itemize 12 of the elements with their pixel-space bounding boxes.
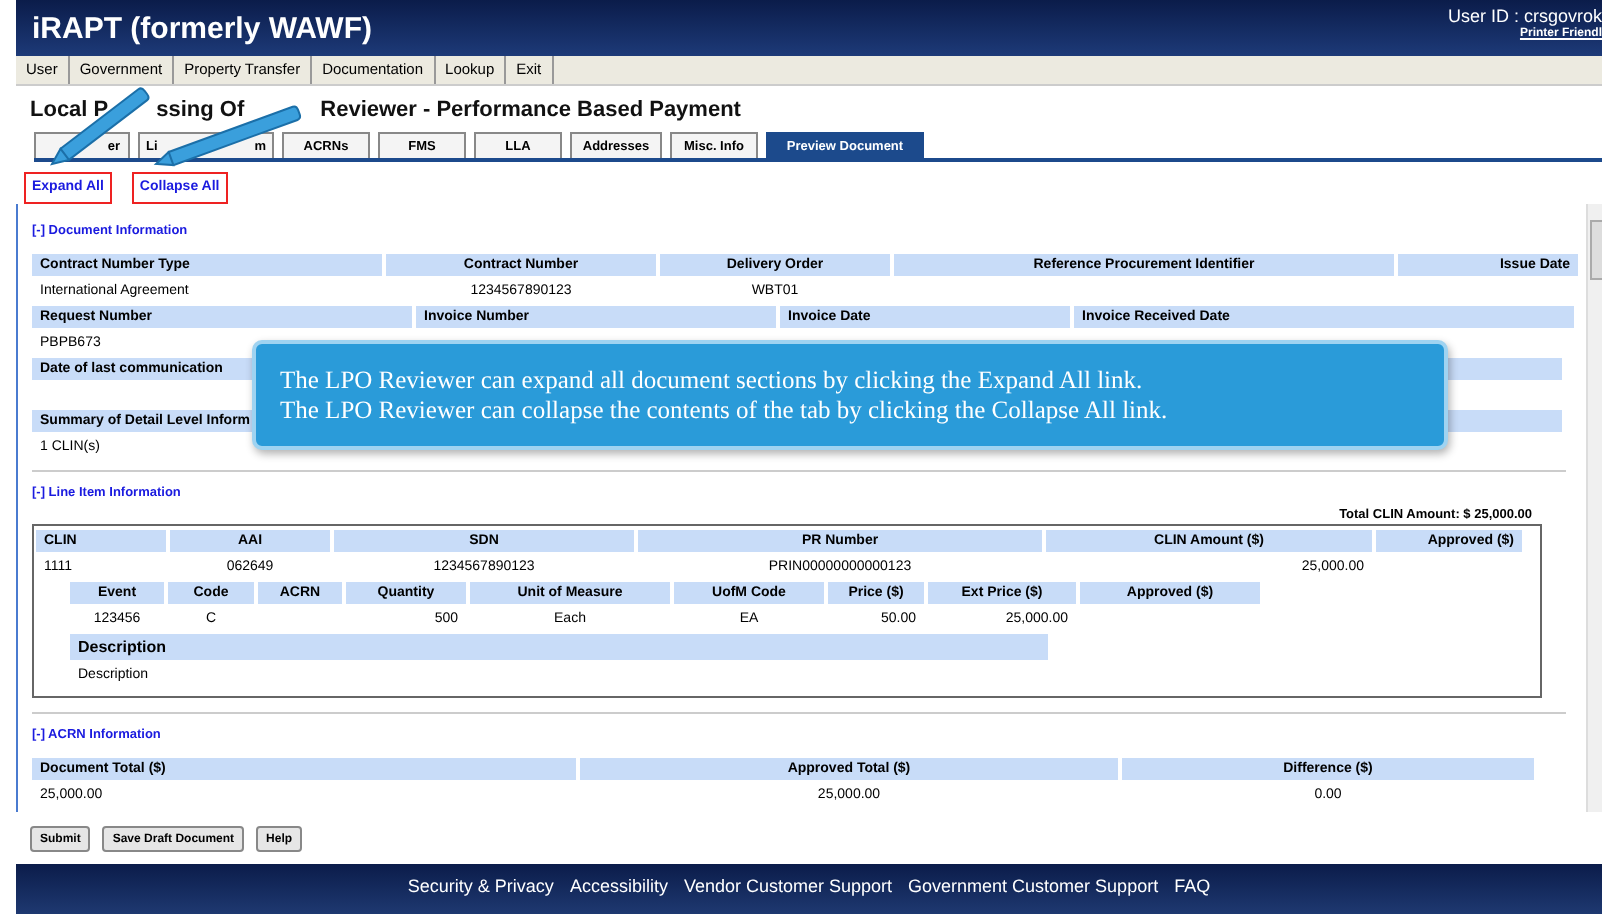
page-title: Reviewer - Performance Based Payment — [320, 98, 741, 126]
page-title: Local P — [30, 98, 109, 126]
footer-link[interactable]: Accessibility — [569, 876, 668, 914]
app-title: iRAPT (formerly WAWF) — [32, 11, 373, 45]
footer-link[interactable]: Security & Privacy — [407, 876, 554, 914]
column-header: Description — [70, 634, 1048, 660]
footer-link[interactable]: Government Customer Support — [908, 876, 1159, 914]
page-title: ssing Of — [156, 98, 245, 126]
user-id: User ID : crsgovrok — [1447, 6, 1602, 26]
scrollbar[interactable] — [1586, 204, 1602, 812]
footer-link[interactable]: Vendor Customer Support — [683, 876, 893, 914]
footer-link[interactable]: FAQ — [1174, 876, 1211, 914]
